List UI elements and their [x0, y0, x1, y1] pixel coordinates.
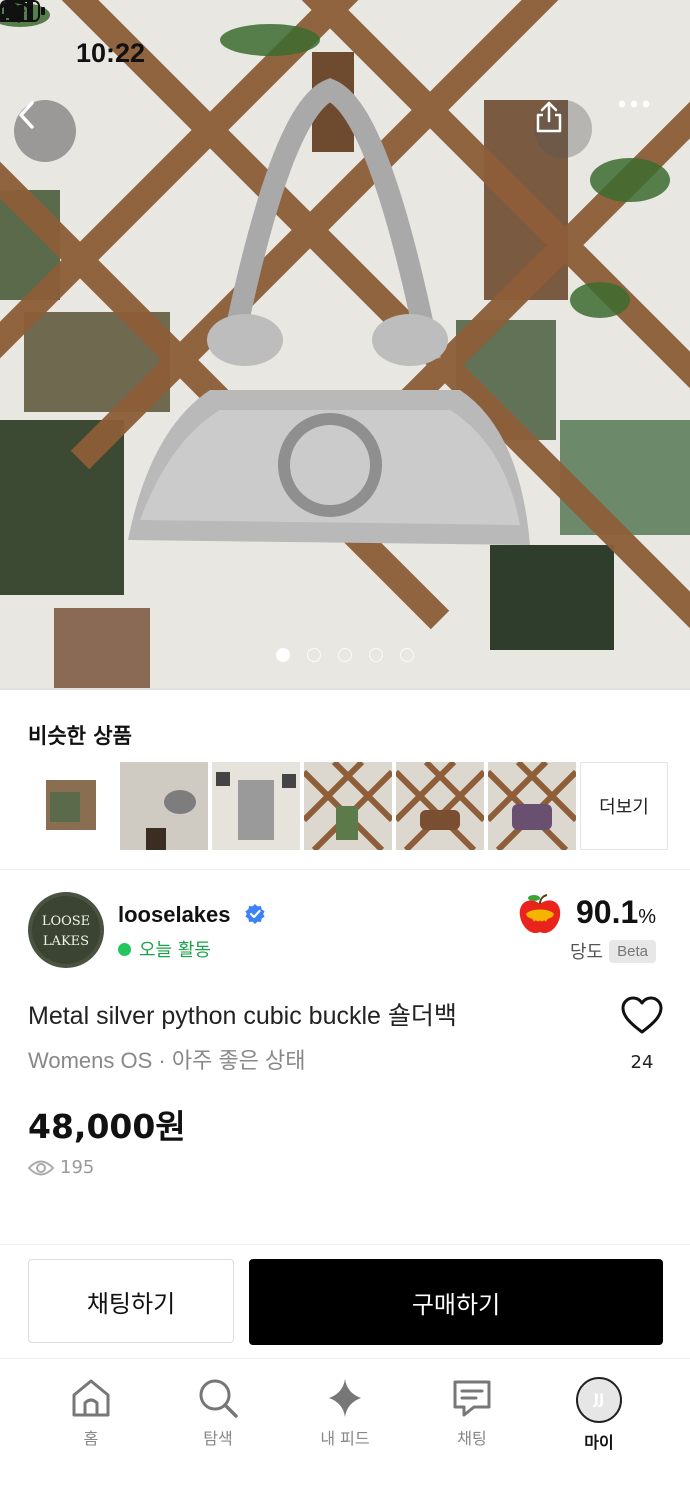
more-options-button[interactable]: [618, 100, 676, 158]
like-count: 24: [630, 1052, 654, 1073]
my-avatar: JJ: [576, 1377, 622, 1423]
view-count: 195: [28, 1157, 94, 1178]
seller-avatar[interactable]: LOOSE LAKES: [28, 892, 104, 968]
tab-explore[interactable]: 탐색: [168, 1377, 268, 1449]
activity-label: 오늘 활동: [139, 940, 211, 961]
similar-product-thumbnail[interactable]: [28, 762, 116, 850]
tab-label: 마이: [584, 1433, 614, 1452]
see-more-button[interactable]: 더보기: [580, 762, 668, 850]
product-image-carousel[interactable]: 10:22: [0, 0, 690, 690]
heart-icon: [621, 996, 663, 1034]
similar-product-thumbnail[interactable]: [120, 762, 208, 850]
product-price: 48,000원: [28, 1107, 186, 1146]
verified-badge-icon: [245, 904, 265, 924]
score-value: 90.1: [576, 894, 639, 930]
carousel-indicator: [0, 648, 690, 662]
similar-products-section: 비슷한 상품 더보기: [0, 690, 690, 870]
tab-chat[interactable]: 채팅: [422, 1377, 522, 1449]
similar-product-thumbnail[interactable]: [396, 762, 484, 850]
section-title: 비슷한 상품: [28, 724, 132, 748]
chat-icon: [453, 1380, 491, 1417]
eye-icon: [28, 1160, 54, 1175]
product-meta: Womens OS · 아주 좋은 상태: [28, 1048, 306, 1073]
sparkle-icon: [329, 1379, 361, 1417]
apple-score-icon: [519, 894, 561, 934]
score-caption: 당도 Beta: [570, 938, 656, 964]
product-thumbnail-image: [212, 762, 300, 850]
carousel-dot[interactable]: [276, 648, 290, 662]
search-icon: [199, 1379, 238, 1418]
share-button[interactable]: [534, 100, 592, 158]
product-thumbnail-image: [46, 780, 96, 830]
carousel-dot[interactable]: [369, 648, 383, 662]
view-count-value: 195: [60, 1157, 95, 1178]
status-bar: 10:22: [0, 0, 690, 110]
chat-button[interactable]: 채팅하기: [28, 1259, 234, 1343]
tab-my[interactable]: JJ 마이: [549, 1377, 649, 1453]
score-unit: %: [638, 906, 657, 928]
online-dot: [118, 942, 131, 956]
tab-label: 내 피드: [320, 1429, 370, 1448]
product-thumbnail-image: [396, 762, 484, 850]
beta-badge: Beta: [609, 939, 656, 963]
avatar-logo-line1: LOOSE: [42, 914, 90, 929]
activity-status: 오늘 활동: [118, 936, 211, 962]
similar-product-thumbnail[interactable]: [304, 762, 392, 850]
carousel-dot[interactable]: [307, 648, 321, 662]
buy-button[interactable]: 구매하기: [249, 1259, 663, 1345]
carousel-dot[interactable]: [400, 648, 414, 662]
clock: 10:22: [76, 38, 146, 68]
more-dots-icon: [618, 100, 650, 108]
product-thumbnail-image: [304, 762, 392, 850]
seller-section[interactable]: LOOSE LAKES looselakes 오늘 활동 90.1% 당도 Be…: [0, 870, 690, 980]
seller-avatar-image: LOOSE LAKES: [28, 892, 104, 968]
purchase-action-bar: 채팅하기 구매하기: [0, 1244, 690, 1358]
seller-name[interactable]: looselakes: [118, 902, 231, 928]
battery-icon: [0, 0, 45, 22]
tab-label: 홈: [83, 1429, 99, 1448]
score-label: 당도: [570, 942, 604, 963]
avatar-logo-line2: LAKES: [43, 934, 89, 949]
sweetness-score: 90.1%: [576, 894, 656, 931]
chevron-left-icon: [19, 101, 34, 129]
product-thumbnail-image: [120, 762, 208, 850]
like-button[interactable]: [620, 995, 664, 1039]
tab-my-feed[interactable]: 내 피드: [295, 1377, 395, 1449]
similar-product-thumbnail[interactable]: [212, 762, 300, 850]
bottom-tab-bar: 홈 탐색 내 피드 채팅 JJ 마이: [0, 1358, 690, 1500]
tab-label: 채팅: [457, 1429, 487, 1448]
share-icon: [536, 101, 562, 133]
similar-products-list: 더보기: [28, 762, 668, 850]
similar-product-thumbnail[interactable]: [488, 762, 576, 850]
tab-home[interactable]: 홈: [41, 1377, 141, 1449]
product-title: Metal silver python cubic buckle 숄더백: [28, 1002, 457, 1030]
product-thumbnail-image: [488, 762, 576, 850]
back-button[interactable]: [14, 100, 76, 162]
home-icon: [72, 1379, 110, 1417]
carousel-dot[interactable]: [338, 648, 352, 662]
tab-label: 탐색: [203, 1429, 233, 1448]
